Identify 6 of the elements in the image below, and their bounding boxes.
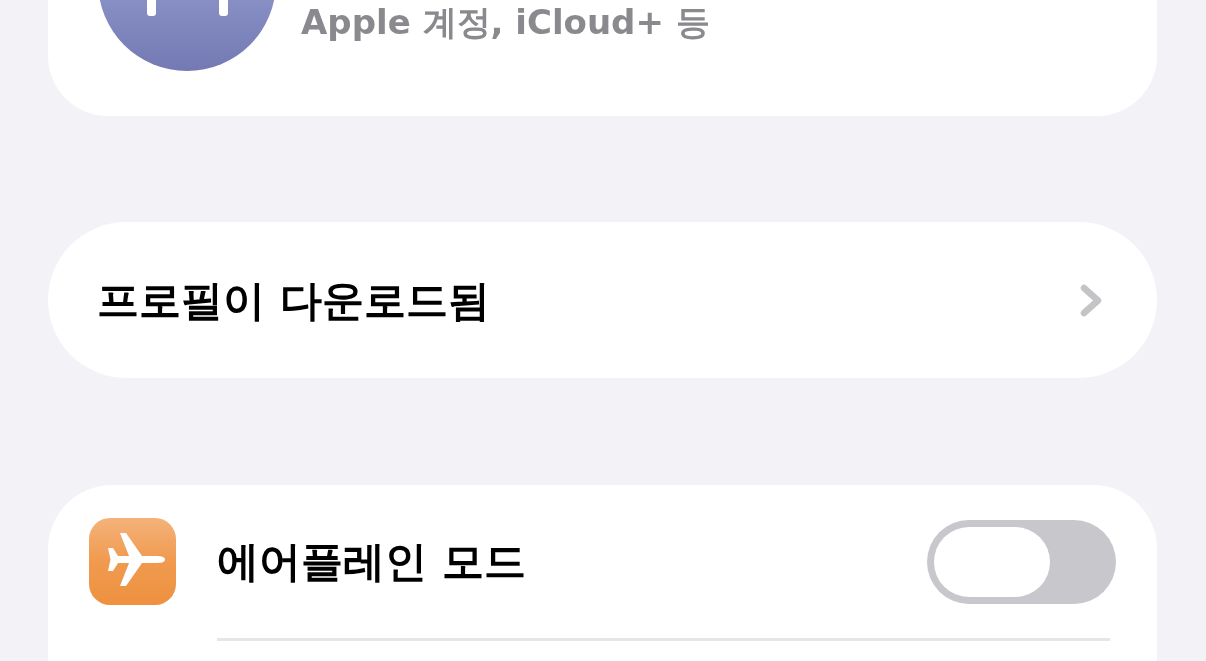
profile-downloaded-label: 프로필이 다운로드됨 bbox=[97, 274, 490, 327]
profile-downloaded-row[interactable]: 프로필이 다운로드됨 bbox=[48, 222, 1157, 378]
airplane-icon bbox=[89, 518, 176, 605]
account-subtitle: Apple 계정, iCloud+ 등 bbox=[301, 2, 710, 43]
chevron-right-icon bbox=[1080, 283, 1103, 317]
airplane-mode-label: 에어플레인 모드 bbox=[217, 536, 526, 588]
